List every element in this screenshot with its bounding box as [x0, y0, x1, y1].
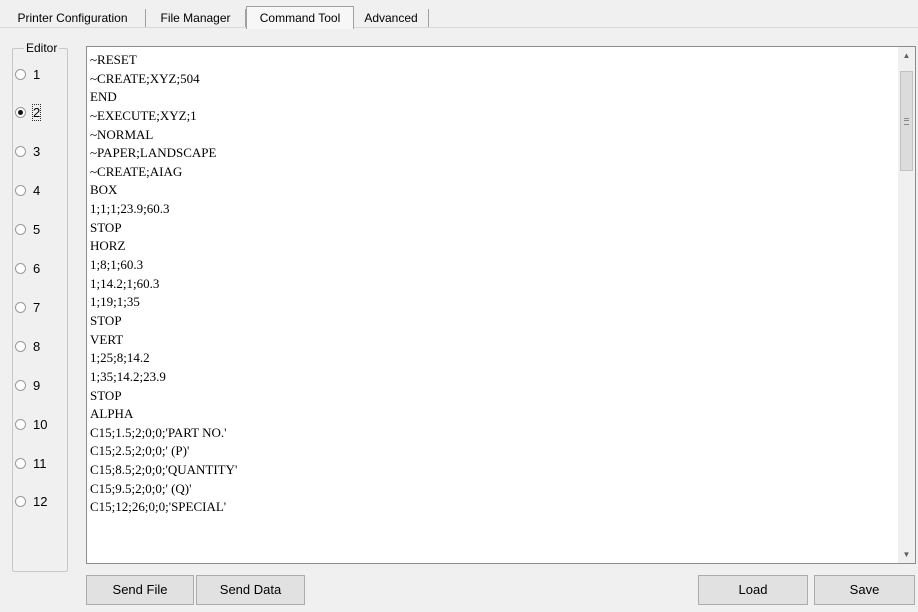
code-line: 1;8;1;60.3: [90, 257, 144, 273]
radio-label: 11: [33, 455, 47, 471]
radio-label: 1: [33, 66, 41, 82]
radio-circle-icon[interactable]: [15, 496, 26, 508]
send-file-button[interactable]: Send File: [86, 575, 194, 605]
code-line: STOP: [90, 219, 122, 235]
code-line: 1;14.2;1;60.3: [90, 275, 160, 291]
radio-circle-icon[interactable]: [15, 68, 26, 80]
radio-label: 5: [33, 222, 41, 238]
editor-radio-1[interactable]: 1: [15, 66, 40, 82]
code-line: ~CREATE;AIAG: [90, 163, 183, 179]
code-line: C15;8.5;2;0;0;'QUANTITY': [90, 462, 238, 478]
radio-circle-icon[interactable]: [15, 224, 26, 236]
radio-label: 7: [33, 299, 41, 315]
editor-radio-3[interactable]: 3: [15, 144, 40, 160]
editor-radio-9[interactable]: 9: [15, 377, 40, 393]
radio-circle-icon[interactable]: [15, 301, 26, 313]
code-line: ~EXECUTE;XYZ;1: [90, 107, 197, 123]
tab-printer-configuration[interactable]: Printer Configuration: [0, 9, 146, 27]
radio-circle-icon[interactable]: [15, 185, 26, 197]
scroll-down-icon[interactable]: ▼: [898, 546, 915, 563]
editor-radio-5[interactable]: 5: [15, 222, 40, 238]
radio-label: 4: [33, 183, 41, 199]
radio-label: 12: [33, 494, 48, 510]
code-line: 1;25;8;14.2: [90, 350, 150, 366]
code-line: C15;2.5;2;0;0;' (P)': [90, 443, 190, 459]
code-line: 1;35;14.2;23.9: [90, 368, 166, 384]
radio-circle-icon[interactable]: [15, 340, 26, 352]
code-line: STOP: [90, 312, 122, 328]
code-line: STOP: [90, 387, 122, 403]
vertical-scrollbar[interactable]: ▲ ▼: [898, 47, 915, 563]
code-line: ~NORMAL: [90, 126, 154, 142]
radio-label: 3: [33, 144, 41, 160]
command-text[interactable]: ~RESET ~CREATE;XYZ;504 END ~EXECUTE;XYZ;1 ~N…: [90, 51, 895, 517]
load-button[interactable]: Load: [698, 575, 808, 605]
radio-label: 2: [31, 104, 42, 122]
editor-radio-6[interactable]: 6: [15, 261, 40, 277]
send-data-button[interactable]: Send Data: [196, 575, 305, 605]
code-line: BOX: [90, 182, 118, 198]
editor-radio-7[interactable]: 7: [15, 299, 40, 315]
radio-label: 8: [33, 338, 41, 354]
radio-circle-icon[interactable]: [15, 263, 26, 274]
tab-command-tool[interactable]: Command Tool: [246, 6, 354, 29]
scroll-thumb[interactable]: [900, 71, 913, 171]
code-line: 1;19;1;35: [90, 294, 140, 310]
code-line: C15;1.5;2;0;0;'PART NO.': [90, 424, 227, 440]
scroll-up-icon[interactable]: ▲: [898, 47, 915, 64]
editor-radio-12[interactable]: 12: [15, 494, 47, 510]
code-line: ~PAPER;LANDSCAPE: [90, 145, 217, 161]
code-line: ~RESET: [90, 52, 137, 67]
grip-icon: [904, 118, 909, 125]
tab-strip: Printer Configuration File Manager Comma…: [0, 6, 918, 29]
command-editor[interactable]: ~RESET ~CREATE;XYZ;504 END ~EXECUTE;XYZ;1 ~N…: [86, 46, 916, 564]
editor-radio-2[interactable]: 2: [15, 104, 42, 122]
code-line: VERT: [90, 331, 124, 347]
radio-label: 9: [33, 377, 41, 393]
radio-label: 10: [33, 416, 48, 432]
editor-radio-4[interactable]: 4: [15, 183, 40, 199]
code-line: END: [90, 89, 117, 105]
code-line: HORZ: [90, 238, 126, 254]
radio-circle-icon[interactable]: [15, 457, 26, 469]
tab-file-manager[interactable]: File Manager: [146, 9, 246, 27]
radio-circle-icon[interactable]: [15, 379, 26, 391]
radio-label: 6: [33, 261, 41, 276]
code-line: C15;12;26;0;0;'SPECIAL': [90, 499, 227, 515]
code-line: C15;9.5;2;0;0;' (Q)': [90, 480, 192, 496]
editor-radio-8[interactable]: 8: [15, 338, 40, 354]
radio-circle-icon[interactable]: [15, 107, 26, 119]
tab-advanced[interactable]: Advanced: [354, 9, 429, 27]
radio-circle-icon[interactable]: [15, 146, 26, 158]
radio-circle-icon[interactable]: [15, 418, 26, 430]
code-line: ~CREATE;XYZ;504: [90, 70, 200, 86]
editor-group-legend: Editor: [24, 41, 60, 55]
code-line: ALPHA: [90, 406, 134, 422]
editor-radio-11[interactable]: 11: [15, 455, 47, 471]
save-button[interactable]: Save: [814, 575, 915, 605]
code-line: 1;1;1;23.9;60.3: [90, 201, 170, 217]
editor-radio-10[interactable]: 10: [15, 416, 47, 432]
